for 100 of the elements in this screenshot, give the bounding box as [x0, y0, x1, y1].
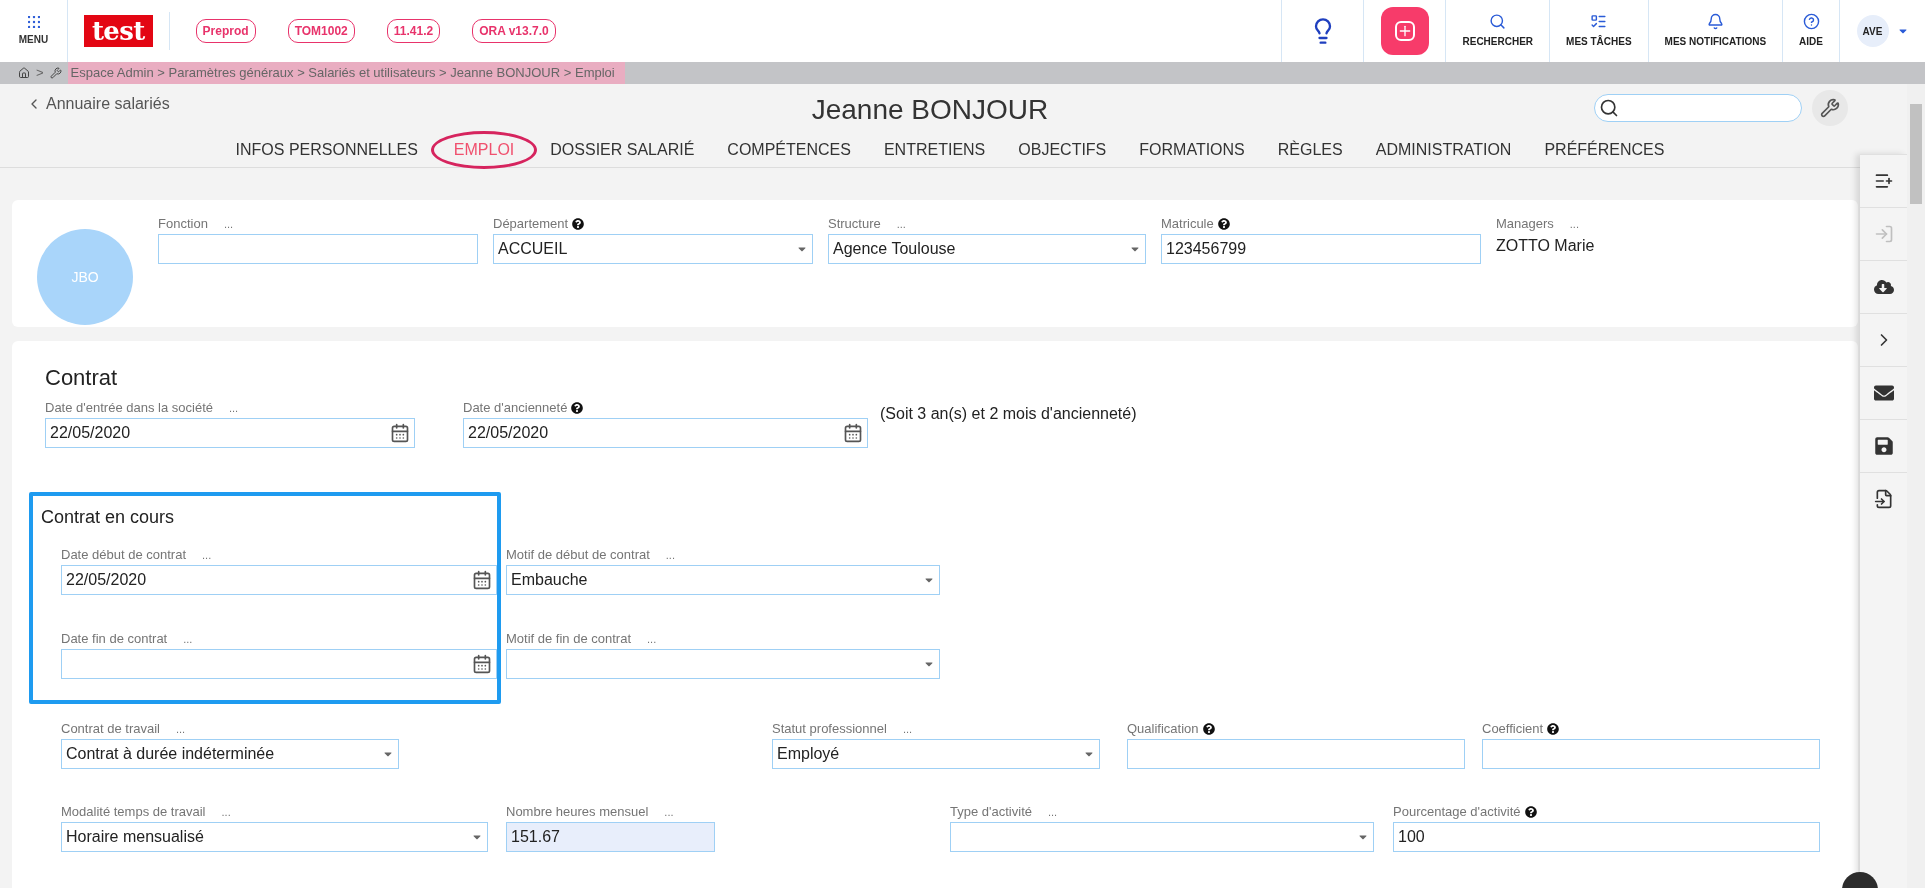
- user-avatar[interactable]: AVE: [1856, 15, 1889, 47]
- help-icon[interactable]: [1217, 218, 1230, 230]
- tab[interactable]: ADMINISTRATION: [1375, 137, 1512, 162]
- version-badge: Preprod: [195, 19, 256, 43]
- select-field[interactable]: [506, 649, 940, 679]
- field-label: Qualification: [1127, 720, 1199, 739]
- more-dots[interactable]: ...: [647, 630, 657, 648]
- version-badge: TOM1002: [287, 19, 355, 43]
- search-icon: [1599, 98, 1619, 118]
- more-dots[interactable]: ...: [1569, 215, 1579, 233]
- search-field[interactable]: [1594, 94, 1802, 122]
- calendar-icon[interactable]: [390, 423, 410, 443]
- page-title: Jeanne BONJOUR: [811, 93, 1049, 127]
- select-field[interactable]: [950, 822, 1374, 852]
- logo[interactable]: test: [84, 15, 153, 47]
- field-label: Motif de fin de contrat: [506, 630, 631, 649]
- calendar-icon[interactable]: [472, 654, 492, 674]
- field-label: Statut professionnel: [772, 720, 887, 739]
- help-icon[interactable]: [571, 402, 584, 414]
- input-field[interactable]: 100: [1393, 822, 1820, 852]
- more-dots[interactable]: ...: [202, 546, 212, 564]
- seniority-note: (Soit 3 an(s) et 2 mois d'ancienneté): [880, 404, 1137, 424]
- select-field[interactable]: Embauche: [506, 565, 940, 595]
- field-label: Pourcentage d'activité: [1393, 803, 1521, 822]
- tab[interactable]: DOSSIER SALARIÉ: [550, 137, 695, 162]
- save-icon[interactable]: [1873, 436, 1894, 456]
- add-button[interactable]: [1381, 7, 1429, 55]
- checklist-icon: [1590, 13, 1608, 30]
- input-field[interactable]: [1127, 739, 1465, 769]
- field-label: Fonction: [158, 215, 208, 234]
- field-label: Département: [493, 215, 569, 234]
- version-badge: ORA v13.7.0: [472, 19, 556, 43]
- input-field[interactable]: [1482, 739, 1820, 769]
- more-dots[interactable]: ...: [664, 803, 674, 821]
- help-icon: [1802, 13, 1820, 30]
- tab[interactable]: INFOS PERSONNELLES: [235, 137, 418, 162]
- more-dots[interactable]: ...: [223, 215, 234, 233]
- calendar-icon[interactable]: [843, 423, 863, 443]
- tab[interactable]: OBJECTIFS: [1018, 137, 1107, 162]
- more-dots[interactable]: ...: [176, 720, 186, 738]
- tab[interactable]: PRÉFÉRENCES: [1544, 137, 1665, 162]
- more-dots[interactable]: ...: [183, 630, 193, 648]
- home-icon[interactable]: [18, 67, 30, 79]
- select-field[interactable]: Employé: [772, 739, 1100, 769]
- cloud-download-icon[interactable]: [1873, 277, 1894, 297]
- field-label: Type d'activité: [950, 803, 1032, 822]
- grid-icon: [27, 15, 40, 28]
- tab[interactable]: ENTRETIENS: [883, 137, 986, 162]
- section-title: Contrat: [45, 364, 119, 392]
- plus-icon: [1395, 21, 1415, 41]
- add-list-icon[interactable]: [1873, 171, 1894, 191]
- date-field[interactable]: 22/05/2020: [45, 418, 415, 448]
- input-field[interactable]: 123456799: [1161, 234, 1481, 264]
- more-dots[interactable]: ...: [896, 215, 906, 233]
- search-icon: [1489, 13, 1507, 30]
- field-label: Coefficient: [1482, 720, 1544, 739]
- version-badge: 11.41.2: [386, 19, 441, 43]
- help-icon[interactable]: [1547, 723, 1560, 735]
- wrench-icon[interactable]: [49, 67, 62, 79]
- field-label: Date début de contrat: [61, 546, 187, 565]
- help-icon[interactable]: [1524, 806, 1537, 818]
- field-label: Nombre heures mensuel: [506, 803, 649, 822]
- select-field[interactable]: Contrat à durée indéterminée: [61, 739, 399, 769]
- field-value: ZOTTO Marie: [1496, 236, 1596, 256]
- field-label: Date d'entrée dans la société: [45, 399, 213, 418]
- tab[interactable]: FORMATIONS: [1139, 137, 1245, 162]
- more-dots[interactable]: ...: [229, 399, 239, 417]
- input-field[interactable]: [158, 234, 478, 264]
- field-label: Matricule: [1161, 215, 1214, 234]
- date-field[interactable]: [61, 649, 497, 679]
- bell-icon: [1706, 13, 1724, 30]
- calendar-icon[interactable]: [472, 570, 492, 590]
- more-dots[interactable]: ...: [665, 546, 675, 564]
- field-label: Managers: [1496, 215, 1554, 234]
- tab[interactable]: RÈGLES: [1277, 137, 1343, 162]
- swap-document-icon[interactable]: [1873, 489, 1894, 509]
- field-label: Date fin de contrat: [61, 630, 168, 649]
- avatar: JBO: [37, 229, 133, 325]
- back-link[interactable]: Annuaire salariés: [26, 92, 170, 116]
- breadcrumb-separator: >: [36, 64, 44, 83]
- tab[interactable]: COMPÉTENCES: [727, 137, 851, 162]
- date-field[interactable]: 22/05/2020: [61, 565, 497, 595]
- input-field: 151.67: [506, 822, 715, 852]
- field-label: Modalité temps de travail: [61, 803, 206, 822]
- field-label: Structure: [828, 215, 881, 234]
- more-dots[interactable]: ...: [1047, 803, 1058, 821]
- select-field[interactable]: Agence Toulouse: [828, 234, 1146, 264]
- wrench-icon: [1820, 98, 1840, 118]
- date-field[interactable]: 22/05/2020: [463, 418, 868, 448]
- field-label: Motif de début de contrat: [506, 546, 650, 565]
- settings-button[interactable]: [1812, 90, 1848, 126]
- more-dots[interactable]: ...: [902, 720, 913, 738]
- select-field[interactable]: ACCUEIL: [493, 234, 813, 264]
- field-label: Contrat de travail: [61, 720, 160, 739]
- help-icon[interactable]: [1202, 723, 1215, 735]
- field-label: Date d'ancienneté: [463, 399, 568, 418]
- more-dots[interactable]: ...: [221, 803, 231, 821]
- select-field[interactable]: Horaire mensualisé: [61, 822, 488, 852]
- help-icon[interactable]: [572, 218, 585, 230]
- mail-icon[interactable]: [1873, 383, 1894, 403]
